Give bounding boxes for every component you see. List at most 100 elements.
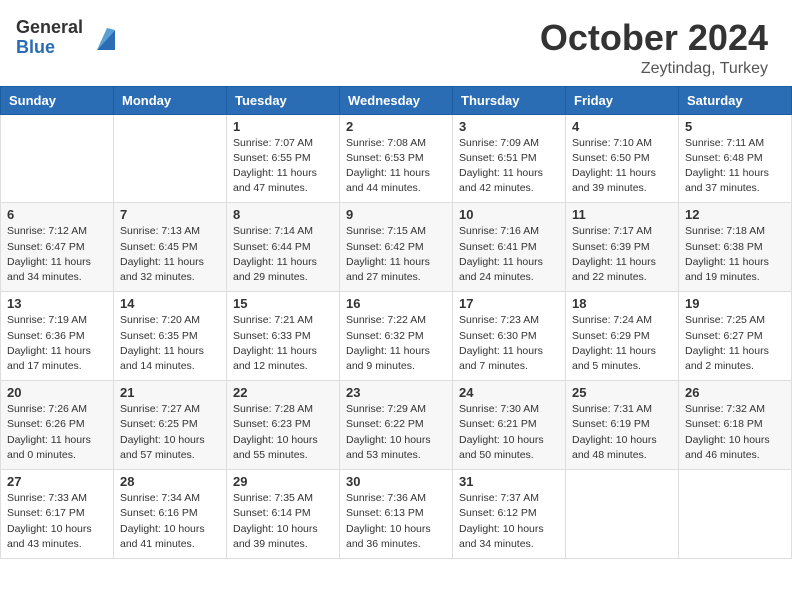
weekday-header: Friday bbox=[566, 86, 679, 114]
day-info: Sunrise: 7:07 AM Sunset: 6:55 PM Dayligh… bbox=[233, 136, 333, 197]
logo: General Blue bbox=[16, 18, 119, 58]
calendar-day-cell bbox=[679, 470, 792, 559]
calendar-week-row: 20 Sunrise: 7:26 AM Sunset: 6:26 PM Dayli… bbox=[1, 381, 792, 470]
day-info: Sunrise: 7:15 AM Sunset: 6:42 PM Dayligh… bbox=[346, 224, 446, 285]
calendar-day-cell: 31 Sunrise: 7:37 AM Sunset: 6:12 PM Dayli… bbox=[453, 470, 566, 559]
day-info: Sunrise: 7:12 AM Sunset: 6:47 PM Dayligh… bbox=[7, 224, 107, 285]
day-info: Sunrise: 7:35 AM Sunset: 6:14 PM Dayligh… bbox=[233, 491, 333, 552]
day-number: 11 bbox=[572, 207, 672, 222]
day-number: 1 bbox=[233, 119, 333, 134]
weekday-header: Saturday bbox=[679, 86, 792, 114]
calendar-header-row: SundayMondayTuesdayWednesdayThursdayFrid… bbox=[1, 86, 792, 114]
day-number: 29 bbox=[233, 474, 333, 489]
calendar-day-cell: 6 Sunrise: 7:12 AM Sunset: 6:47 PM Daylig… bbox=[1, 203, 114, 292]
calendar-day-cell: 19Sunrise: 7:25 AM Sunset: 6:27 PM Dayli… bbox=[679, 292, 792, 381]
day-number: 27 bbox=[7, 474, 107, 489]
day-number: 13 bbox=[7, 296, 107, 311]
calendar-week-row: 13 Sunrise: 7:19 AM Sunset: 6:36 PM Dayli… bbox=[1, 292, 792, 381]
calendar-day-cell: 3 Sunrise: 7:09 AM Sunset: 6:51 PM Daylig… bbox=[453, 114, 566, 203]
day-info: Sunrise: 7:22 AM Sunset: 6:32 PM Dayligh… bbox=[346, 313, 446, 374]
day-info: Sunrise: 7:08 AM Sunset: 6:53 PM Dayligh… bbox=[346, 136, 446, 197]
day-info: Sunrise: 7:30 AM Sunset: 6:21 PM Dayligh… bbox=[459, 402, 559, 463]
title-block: October 2024 Zeytindag, Turkey bbox=[540, 18, 768, 78]
calendar-day-cell: 21 Sunrise: 7:27 AM Sunset: 6:25 PM Dayli… bbox=[114, 381, 227, 470]
day-number: 24 bbox=[459, 385, 559, 400]
calendar-day-cell: 18Sunrise: 7:24 AM Sunset: 6:29 PM Dayli… bbox=[566, 292, 679, 381]
day-info: Sunrise: 7:26 AM Sunset: 6:26 PM Dayligh… bbox=[7, 402, 107, 463]
day-info: Sunrise: 7:09 AM Sunset: 6:51 PM Dayligh… bbox=[459, 136, 559, 197]
calendar-day-cell: 26 Sunrise: 7:32 AM Sunset: 6:18 PM Dayli… bbox=[679, 381, 792, 470]
day-number: 10 bbox=[459, 207, 559, 222]
day-number: 22 bbox=[233, 385, 333, 400]
month-title: October 2024 bbox=[540, 18, 768, 58]
day-number: 5 bbox=[685, 119, 785, 134]
day-info: Sunrise: 7:36 AM Sunset: 6:13 PM Dayligh… bbox=[346, 491, 446, 552]
day-info: Sunrise: 7:11 AM Sunset: 6:48 PM Dayligh… bbox=[685, 136, 785, 197]
day-number: 15 bbox=[233, 296, 333, 311]
calendar-week-row: 1 Sunrise: 7:07 AM Sunset: 6:55 PM Daylig… bbox=[1, 114, 792, 203]
calendar-day-cell: 14Sunrise: 7:20 AM Sunset: 6:35 PM Dayli… bbox=[114, 292, 227, 381]
calendar-day-cell: 22Sunrise: 7:28 AM Sunset: 6:23 PM Dayli… bbox=[227, 381, 340, 470]
day-number: 26 bbox=[685, 385, 785, 400]
day-info: Sunrise: 7:37 AM Sunset: 6:12 PM Dayligh… bbox=[459, 491, 559, 552]
calendar-day-cell: 25Sunrise: 7:31 AM Sunset: 6:19 PM Dayli… bbox=[566, 381, 679, 470]
day-info: Sunrise: 7:31 AM Sunset: 6:19 PM Dayligh… bbox=[572, 402, 672, 463]
day-info: Sunrise: 7:16 AM Sunset: 6:41 PM Dayligh… bbox=[459, 224, 559, 285]
day-number: 3 bbox=[459, 119, 559, 134]
calendar-day-cell bbox=[566, 470, 679, 559]
day-number: 21 bbox=[120, 385, 220, 400]
day-number: 28 bbox=[120, 474, 220, 489]
day-info: Sunrise: 7:18 AM Sunset: 6:38 PM Dayligh… bbox=[685, 224, 785, 285]
calendar-day-cell: 7 Sunrise: 7:13 AM Sunset: 6:45 PM Daylig… bbox=[114, 203, 227, 292]
weekday-header: Wednesday bbox=[340, 86, 453, 114]
day-number: 8 bbox=[233, 207, 333, 222]
day-number: 6 bbox=[7, 207, 107, 222]
day-info: Sunrise: 7:33 AM Sunset: 6:17 PM Dayligh… bbox=[7, 491, 107, 552]
day-info: Sunrise: 7:32 AM Sunset: 6:18 PM Dayligh… bbox=[685, 402, 785, 463]
calendar-day-cell: 9 Sunrise: 7:15 AM Sunset: 6:42 PM Daylig… bbox=[340, 203, 453, 292]
day-info: Sunrise: 7:10 AM Sunset: 6:50 PM Dayligh… bbox=[572, 136, 672, 197]
calendar-day-cell: 28 Sunrise: 7:34 AM Sunset: 6:16 PM Dayli… bbox=[114, 470, 227, 559]
day-number: 16 bbox=[346, 296, 446, 311]
calendar-day-cell: 15Sunrise: 7:21 AM Sunset: 6:33 PM Dayli… bbox=[227, 292, 340, 381]
calendar-week-row: 6 Sunrise: 7:12 AM Sunset: 6:47 PM Daylig… bbox=[1, 203, 792, 292]
calendar-day-cell: 1 Sunrise: 7:07 AM Sunset: 6:55 PM Daylig… bbox=[227, 114, 340, 203]
day-number: 23 bbox=[346, 385, 446, 400]
logo-general: General bbox=[16, 18, 83, 38]
weekday-header: Monday bbox=[114, 86, 227, 114]
day-info: Sunrise: 7:13 AM Sunset: 6:45 PM Dayligh… bbox=[120, 224, 220, 285]
calendar-day-cell: 5 Sunrise: 7:11 AM Sunset: 6:48 PM Daylig… bbox=[679, 114, 792, 203]
calendar-day-cell: 16 Sunrise: 7:22 AM Sunset: 6:32 PM Dayli… bbox=[340, 292, 453, 381]
day-number: 14 bbox=[120, 296, 220, 311]
calendar-day-cell: 4 Sunrise: 7:10 AM Sunset: 6:50 PM Daylig… bbox=[566, 114, 679, 203]
calendar-week-row: 27 Sunrise: 7:33 AM Sunset: 6:17 PM Dayli… bbox=[1, 470, 792, 559]
calendar-day-cell: 20 Sunrise: 7:26 AM Sunset: 6:26 PM Dayli… bbox=[1, 381, 114, 470]
day-number: 4 bbox=[572, 119, 672, 134]
calendar-day-cell: 10 Sunrise: 7:16 AM Sunset: 6:41 PM Dayli… bbox=[453, 203, 566, 292]
logo-blue: Blue bbox=[16, 38, 83, 58]
calendar-day-cell: 11 Sunrise: 7:17 AM Sunset: 6:39 PM Dayli… bbox=[566, 203, 679, 292]
weekday-header: Thursday bbox=[453, 86, 566, 114]
day-info: Sunrise: 7:25 AM Sunset: 6:27 PM Dayligh… bbox=[685, 313, 785, 374]
day-number: 20 bbox=[7, 385, 107, 400]
day-number: 30 bbox=[346, 474, 446, 489]
day-info: Sunrise: 7:34 AM Sunset: 6:16 PM Dayligh… bbox=[120, 491, 220, 552]
calendar-day-cell bbox=[1, 114, 114, 203]
calendar-table: SundayMondayTuesdayWednesdayThursdayFrid… bbox=[0, 86, 792, 559]
day-number: 7 bbox=[120, 207, 220, 222]
day-number: 31 bbox=[459, 474, 559, 489]
day-number: 2 bbox=[346, 119, 446, 134]
day-info: Sunrise: 7:29 AM Sunset: 6:22 PM Dayligh… bbox=[346, 402, 446, 463]
calendar-day-cell: 12Sunrise: 7:18 AM Sunset: 6:38 PM Dayli… bbox=[679, 203, 792, 292]
weekday-header: Tuesday bbox=[227, 86, 340, 114]
day-info: Sunrise: 7:19 AM Sunset: 6:36 PM Dayligh… bbox=[7, 313, 107, 374]
calendar-day-cell: 24 Sunrise: 7:30 AM Sunset: 6:21 PM Dayli… bbox=[453, 381, 566, 470]
calendar-day-cell: 30 Sunrise: 7:36 AM Sunset: 6:13 PM Dayli… bbox=[340, 470, 453, 559]
day-number: 9 bbox=[346, 207, 446, 222]
day-info: Sunrise: 7:17 AM Sunset: 6:39 PM Dayligh… bbox=[572, 224, 672, 285]
day-info: Sunrise: 7:23 AM Sunset: 6:30 PM Dayligh… bbox=[459, 313, 559, 374]
day-info: Sunrise: 7:27 AM Sunset: 6:25 PM Dayligh… bbox=[120, 402, 220, 463]
calendar-day-cell: 27 Sunrise: 7:33 AM Sunset: 6:17 PM Dayli… bbox=[1, 470, 114, 559]
calendar-day-cell: 13 Sunrise: 7:19 AM Sunset: 6:36 PM Dayli… bbox=[1, 292, 114, 381]
weekday-header: Sunday bbox=[1, 86, 114, 114]
